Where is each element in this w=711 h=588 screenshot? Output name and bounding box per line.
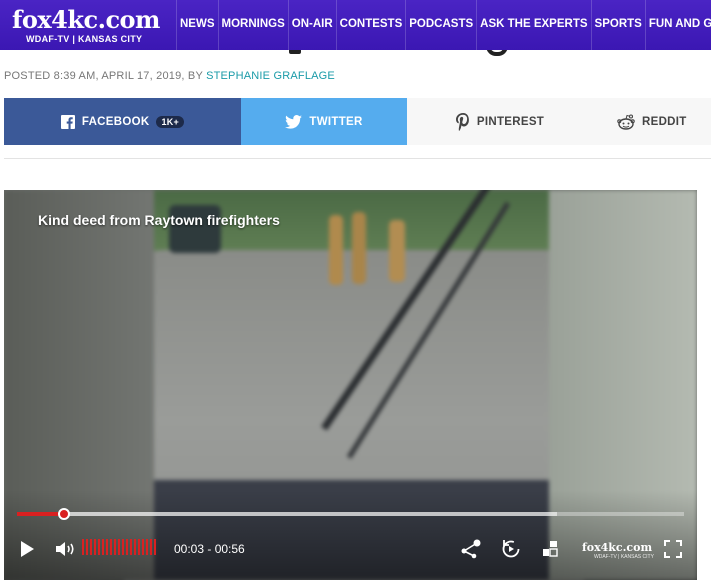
headline-scrolled-off bbox=[0, 50, 711, 64]
video-firefighter bbox=[329, 215, 343, 285]
volume-level-bar bbox=[122, 539, 124, 555]
volume-level-bar bbox=[130, 539, 132, 555]
player-brand-logo: fox4kc.com bbox=[582, 541, 653, 554]
volume-level-bar bbox=[98, 539, 100, 555]
replay-icon bbox=[502, 540, 520, 558]
headline-glyph-fragment bbox=[289, 50, 301, 54]
twitter-share-button[interactable]: TWITTER bbox=[241, 98, 407, 145]
play-button[interactable] bbox=[16, 539, 38, 559]
progress-played bbox=[17, 512, 64, 516]
nav-contests[interactable]: CONTESTS bbox=[335, 0, 406, 50]
volume-level-bar bbox=[134, 539, 136, 555]
volume-slider[interactable] bbox=[82, 539, 160, 555]
replay-button[interactable] bbox=[499, 539, 523, 559]
progress-bar[interactable] bbox=[17, 508, 684, 520]
volume-level-bar bbox=[94, 539, 96, 555]
volume-level-bar bbox=[82, 539, 84, 555]
player-brand-tagline: WDAF-TV | KANSAS CITY bbox=[594, 554, 654, 560]
volume-level-bar bbox=[138, 539, 140, 555]
facebook-share-button[interactable]: FACEBOOK 1K+ bbox=[4, 98, 241, 145]
video-player[interactable]: Kind deed from Raytown firefighters 00:0… bbox=[4, 190, 697, 580]
volume-level-bar bbox=[154, 539, 156, 555]
volume-level-bar bbox=[102, 539, 104, 555]
logo-tagline: WDAF-TV | KANSAS CITY bbox=[26, 34, 143, 44]
site-logo[interactable]: fox4kc.com WDAF-TV | KANSAS CITY bbox=[6, 3, 176, 47]
volume-level-bar bbox=[126, 539, 128, 555]
divider bbox=[4, 158, 711, 159]
headline-glyph-fragment bbox=[486, 50, 508, 56]
pinterest-share-label: PINTEREST bbox=[476, 115, 545, 128]
volume-level-bar bbox=[118, 539, 120, 555]
logo-wordmark: fox4kc.com bbox=[12, 5, 160, 34]
progress-buffered bbox=[17, 512, 558, 516]
fullscreen-button[interactable] bbox=[663, 539, 683, 559]
nav-news[interactable]: NEWS bbox=[176, 0, 218, 50]
reddit-share-label: REDDIT bbox=[642, 115, 687, 128]
video-firefighter bbox=[352, 212, 366, 284]
article-byline: POSTED 8:39 AM, APRIL 17, 2019, BY STEPH… bbox=[4, 70, 335, 82]
share-bar: FACEBOOK 1K+ TWITTER PINTEREST REDDIT bbox=[4, 98, 711, 145]
nav-ask-the-experts[interactable]: ASK THE EXPERTS bbox=[476, 0, 590, 50]
nav-fun-and-games[interactable]: FUN AND GA bbox=[644, 0, 711, 50]
volume-button[interactable] bbox=[54, 539, 78, 559]
posted-date: POSTED 8:39 AM, APRIL 17, 2019, BY bbox=[4, 70, 207, 82]
reddit-icon bbox=[617, 113, 635, 130]
main-nav: NEWS MORNINGS ON-AIR CONTESTS PODCASTS A… bbox=[176, 0, 711, 50]
nav-on-air[interactable]: ON-AIR bbox=[287, 0, 336, 50]
volume-level-bar bbox=[150, 539, 152, 555]
nav-sports[interactable]: SPORTS bbox=[590, 0, 645, 50]
nav-podcasts[interactable]: PODCASTS bbox=[405, 0, 476, 50]
volume-level-bar bbox=[114, 539, 116, 555]
volume-level-bar bbox=[86, 539, 88, 555]
twitter-share-label: TWITTER bbox=[309, 115, 363, 128]
volume-level-bar bbox=[142, 539, 144, 555]
volume-level-bar bbox=[106, 539, 108, 555]
volume-level-bar bbox=[110, 539, 112, 555]
facebook-share-label: FACEBOOK bbox=[81, 115, 150, 128]
facebook-icon bbox=[60, 114, 75, 129]
pinterest-share-button[interactable]: PINTEREST bbox=[407, 98, 593, 145]
volume-icon bbox=[56, 542, 74, 556]
mini-player-button[interactable] bbox=[539, 539, 561, 559]
share-video-button[interactable] bbox=[459, 539, 483, 559]
site-header: fox4kc.com WDAF-TV | KANSAS CITY NEWS MO… bbox=[0, 0, 711, 50]
volume-level-bar bbox=[146, 539, 148, 555]
reddit-share-button[interactable]: REDDIT bbox=[593, 98, 711, 145]
nav-mornings[interactable]: MORNINGS bbox=[217, 0, 288, 50]
share-icon bbox=[461, 539, 481, 559]
facebook-share-count: 1K+ bbox=[156, 115, 185, 128]
volume-level-bar bbox=[90, 539, 92, 555]
video-firefighter bbox=[389, 220, 405, 282]
time-display: 00:03 - 00:56 bbox=[174, 542, 245, 556]
video-title: Kind deed from Raytown firefighters bbox=[38, 212, 280, 228]
twitter-icon bbox=[285, 114, 303, 129]
mini-player-icon bbox=[543, 541, 558, 557]
progress-handle[interactable] bbox=[57, 508, 70, 520]
author-link[interactable]: STEPHANIE GRAFLAGE bbox=[206, 70, 335, 82]
pinterest-icon bbox=[455, 112, 469, 131]
controls-overlay bbox=[4, 490, 697, 580]
fullscreen-icon bbox=[664, 540, 682, 558]
play-icon bbox=[21, 541, 34, 557]
